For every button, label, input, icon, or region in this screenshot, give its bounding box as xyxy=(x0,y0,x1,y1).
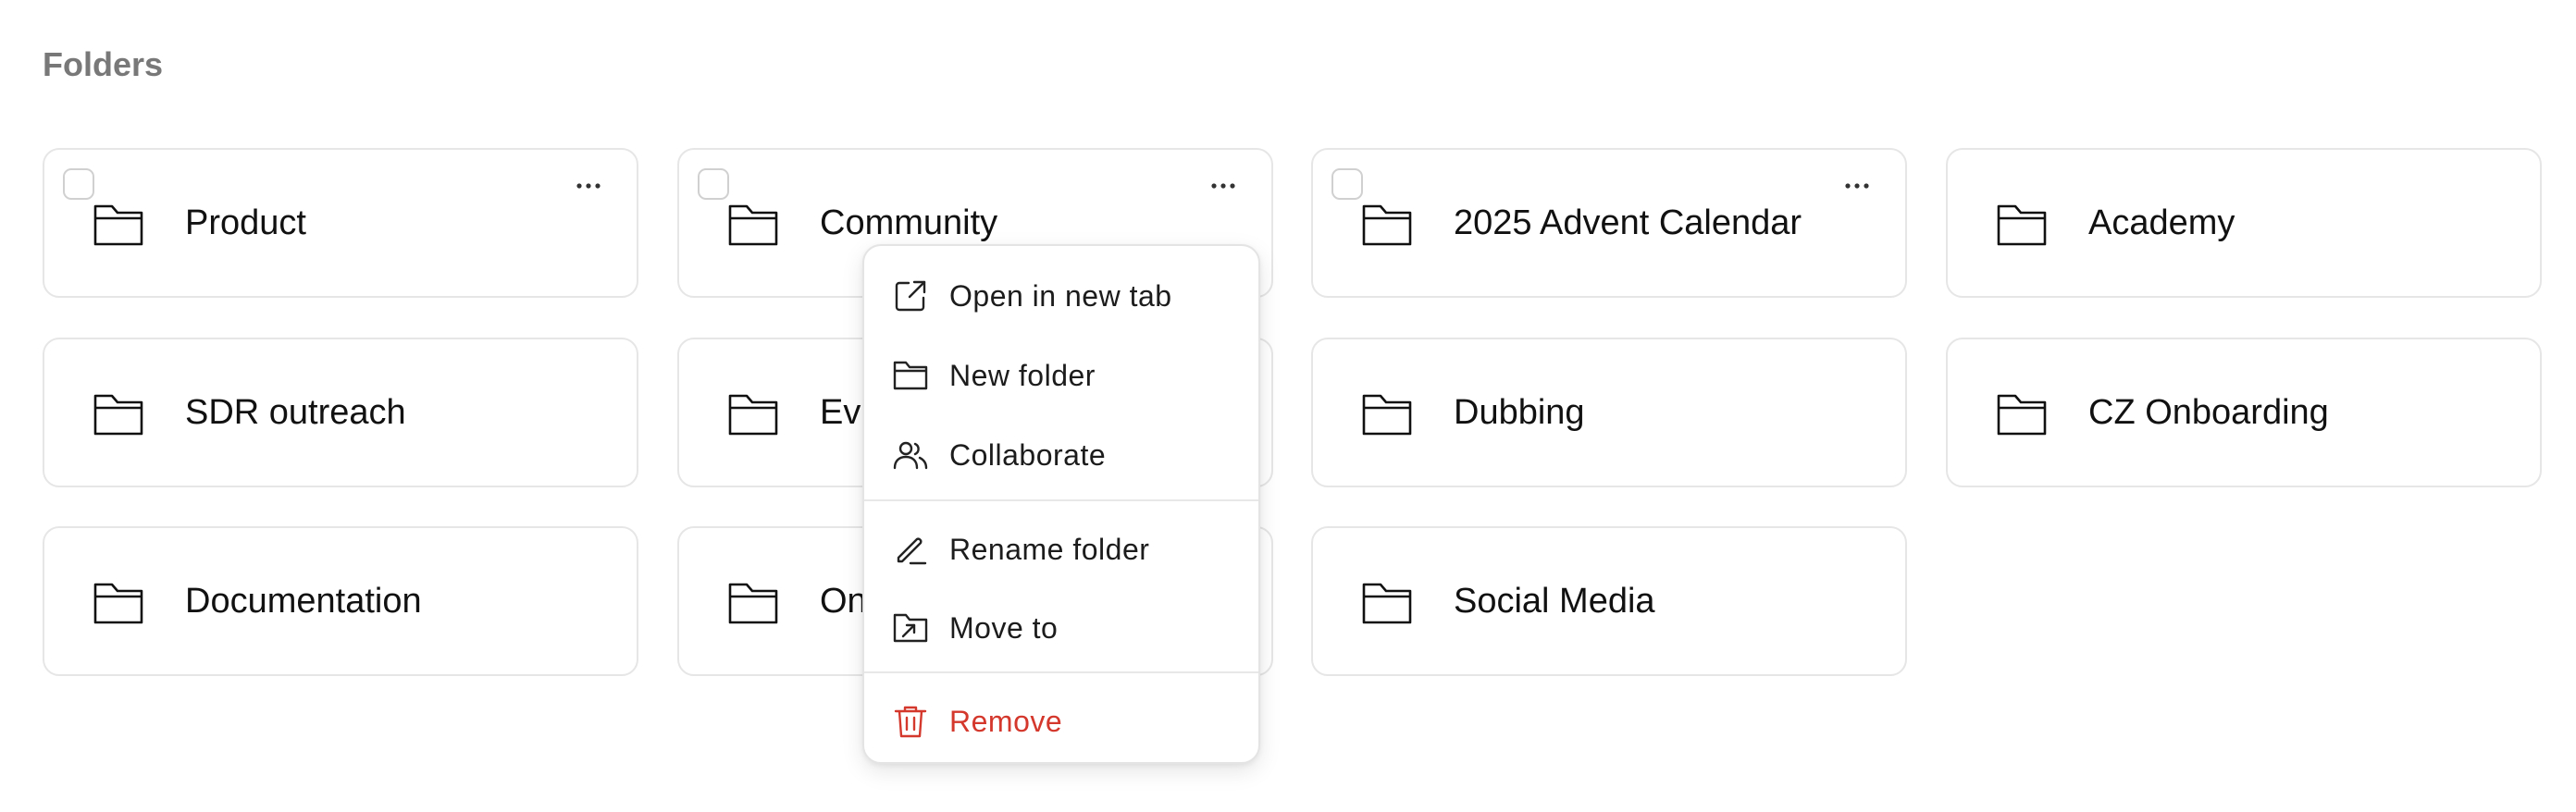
menu-divider xyxy=(864,671,1258,673)
folder-card-advent-calendar[interactable]: 2025 Advent Calendar xyxy=(1311,148,1907,298)
select-checkbox[interactable] xyxy=(1331,168,1363,200)
folder-icon xyxy=(1996,203,2048,247)
folder-icon xyxy=(93,581,144,625)
more-options-icon[interactable] xyxy=(1839,172,1876,200)
folder-name: Documentation xyxy=(185,581,422,621)
more-options-icon[interactable] xyxy=(1205,172,1242,200)
menu-item-rename-folder[interactable]: Rename folder xyxy=(864,511,1258,588)
menu-item-remove[interactable]: Remove xyxy=(864,683,1258,760)
folder-card-documentation[interactable]: Documentation xyxy=(43,526,638,676)
folder-card-product[interactable]: Product xyxy=(43,148,638,298)
folder-name: CZ Onboarding xyxy=(2088,392,2329,432)
trash-icon xyxy=(892,703,929,740)
menu-item-move-to[interactable]: Move to xyxy=(864,589,1258,667)
folder-name: Social Media xyxy=(1454,581,1655,621)
menu-item-label: Collaborate xyxy=(949,437,1107,472)
folder-icon xyxy=(727,581,779,625)
folder-icon xyxy=(1361,203,1413,247)
menu-item-label: Open in new tab xyxy=(949,278,1172,313)
folder-icon xyxy=(727,203,779,247)
menu-item-label: Remove xyxy=(949,704,1063,738)
folder-icon xyxy=(1361,392,1413,437)
folder-icon xyxy=(727,392,779,437)
section-title: Folders xyxy=(43,45,164,83)
pencil-icon xyxy=(892,531,929,568)
folder-name: Dubbing xyxy=(1454,392,1585,432)
folder-name: 2025 Advent Calendar xyxy=(1454,203,1802,242)
folder-icon xyxy=(892,357,929,394)
folder-card-academy[interactable]: Academy xyxy=(1946,148,2542,298)
folder-card-sdr-outreach[interactable]: SDR outreach xyxy=(43,338,638,487)
select-checkbox[interactable] xyxy=(698,168,729,200)
folder-move-icon xyxy=(892,609,929,646)
menu-divider xyxy=(864,499,1258,501)
folder-card-cz-onboarding[interactable]: CZ Onboarding xyxy=(1946,338,2542,487)
select-checkbox[interactable] xyxy=(63,168,94,200)
folder-name: Academy xyxy=(2088,203,2235,242)
folder-context-menu: Open in new tab New folder Collaborate R… xyxy=(862,244,1260,764)
menu-item-label: Rename folder xyxy=(949,532,1150,566)
folder-icon xyxy=(1996,392,2048,437)
menu-item-open-new-tab[interactable]: Open in new tab xyxy=(864,257,1258,335)
folder-name: Product xyxy=(185,203,306,242)
folder-icon xyxy=(1361,581,1413,625)
menu-item-label: Move to xyxy=(949,610,1059,645)
folder-card-dubbing[interactable]: Dubbing xyxy=(1311,338,1907,487)
menu-item-collaborate[interactable]: Collaborate xyxy=(864,416,1258,494)
users-icon xyxy=(892,437,929,474)
menu-item-label: New folder xyxy=(949,358,1096,392)
folder-icon xyxy=(93,392,144,437)
folder-card-social-media[interactable]: Social Media xyxy=(1311,526,1907,676)
more-options-icon[interactable] xyxy=(570,172,607,200)
external-link-icon xyxy=(892,277,929,314)
folder-name: SDR outreach xyxy=(185,392,406,432)
menu-item-new-folder[interactable]: New folder xyxy=(864,337,1258,414)
folder-icon xyxy=(93,203,144,247)
